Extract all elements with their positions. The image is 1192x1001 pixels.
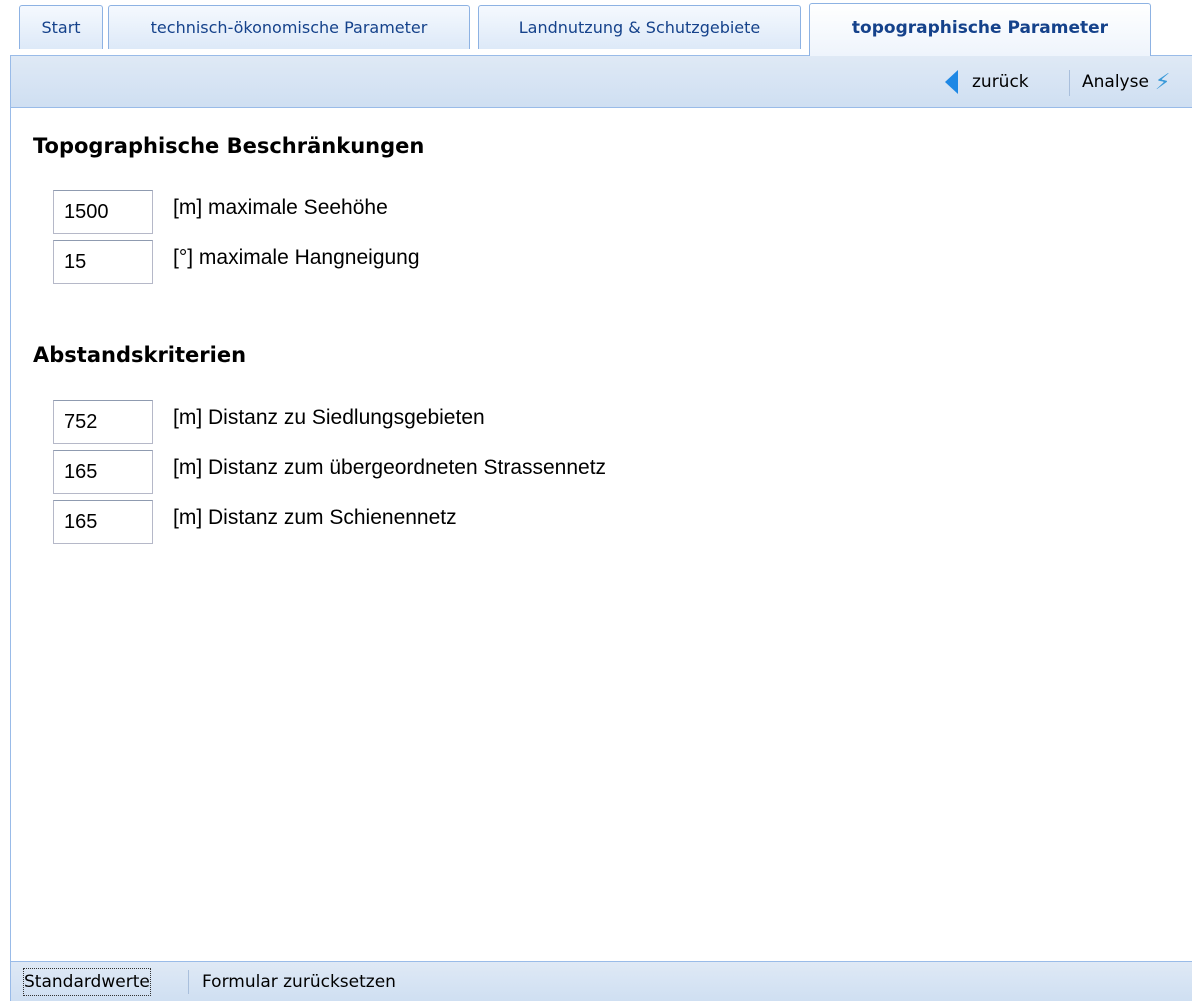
tab-topographische-parameter[interactable]: topographische Parameter: [809, 3, 1151, 56]
distanz-siedlungsgebiete-label: [m] Distanz zu Siedlungsgebieten: [173, 406, 485, 429]
toolbar-separator: [1069, 70, 1070, 96]
max-seehoehe-input[interactable]: [53, 190, 153, 234]
section-title-abstandskriterien: Abstandskriterien: [33, 343, 247, 367]
bottom-toolbar-separator: [188, 970, 189, 994]
tab-technisch-oekonomische-parameter[interactable]: technisch-ökonomische Parameter: [108, 5, 470, 49]
distanz-strassennetz-input[interactable]: [53, 450, 153, 494]
wand-icon: ⚡: [1154, 69, 1171, 95]
distanz-schienennetz-input[interactable]: [53, 500, 153, 544]
standardwerte-button[interactable]: Standardwerte: [23, 968, 151, 996]
arrow-left-icon: [945, 70, 958, 94]
tab-strip: Start technisch-ökonomische Parameter La…: [0, 0, 1192, 56]
max-seehoehe-label: [m] maximale Seehöhe: [173, 196, 388, 219]
bottom-toolbar: Standardwerte Formular zurücksetzen: [10, 961, 1192, 1001]
top-toolbar: zurück Analyse ⚡: [10, 55, 1192, 108]
distanz-strassennetz-label: [m] Distanz zum übergeordneten Strassenn…: [173, 456, 607, 479]
tab-start[interactable]: Start: [19, 5, 103, 49]
back-button[interactable]: zurück: [945, 56, 1029, 108]
analyse-button-label: Analyse: [1082, 72, 1149, 92]
distanz-siedlungsgebiete-input[interactable]: [53, 400, 153, 444]
back-button-label: zurück: [972, 72, 1029, 92]
max-hangneigung-label: [°] maximale Hangneigung: [173, 246, 420, 269]
max-hangneigung-input[interactable]: [53, 240, 153, 284]
tab-landnutzung-schutzgebiete[interactable]: Landnutzung & Schutzgebiete: [478, 5, 801, 49]
section-title-topographische-beschraenkungen: Topographische Beschränkungen: [33, 134, 425, 158]
form-panel: Topographische Beschränkungen [m] maxima…: [10, 108, 1192, 961]
distanz-schienennetz-label: [m] Distanz zum Schienennetz: [173, 506, 457, 529]
formular-zuruecksetzen-button[interactable]: Formular zurücksetzen: [202, 969, 396, 995]
analyse-button[interactable]: Analyse ⚡: [1082, 56, 1170, 108]
